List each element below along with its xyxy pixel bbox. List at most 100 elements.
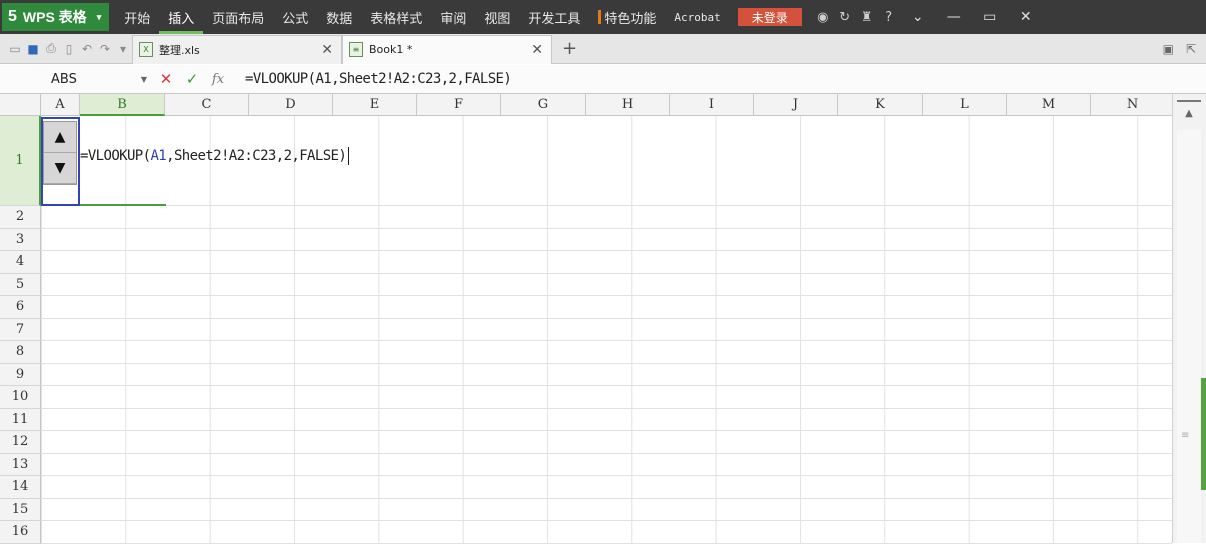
restore-button[interactable]: ▭ xyxy=(972,9,1008,25)
tab-label: Book1 * xyxy=(369,43,413,56)
row-gridline xyxy=(41,205,1172,206)
menu-table-style[interactable]: 表格样式 xyxy=(361,0,431,34)
redo-icon[interactable]: ↷ xyxy=(97,42,113,56)
menu-review[interactable]: 审阅 xyxy=(431,0,475,34)
enter-formula-button[interactable]: ✓ xyxy=(179,70,205,88)
wps-logo-icon: 5 xyxy=(8,8,17,25)
row-gridline xyxy=(41,520,1172,521)
sync-icon[interactable]: ↻ xyxy=(834,10,856,25)
sheet-file-icon: ≡ xyxy=(349,42,363,57)
cell-editor[interactable]: =VLOOKUP(A1,Sheet2!A2:C23,2,FALSE) xyxy=(80,147,350,165)
scroll-track[interactable] xyxy=(1177,130,1201,543)
column-header-b[interactable]: B xyxy=(80,94,165,116)
tabbar-right-icons: ▣ ⇱ xyxy=(1163,42,1196,56)
cell-area[interactable] xyxy=(41,116,1172,543)
close-tab-icon[interactable]: ✕ xyxy=(321,42,333,58)
save-icon[interactable]: ■ xyxy=(25,42,41,56)
row-header-3[interactable]: 3 xyxy=(0,228,41,251)
column-header-h[interactable]: H xyxy=(586,94,670,116)
row-header-1[interactable]: 1 xyxy=(0,116,41,206)
tab-label: 整理.xls xyxy=(159,43,200,57)
menu-page-layout[interactable]: 页面布局 xyxy=(203,0,273,34)
select-all-corner[interactable] xyxy=(0,94,41,116)
print-icon[interactable]: ⎙ xyxy=(43,41,59,56)
column-header-c[interactable]: C xyxy=(165,94,249,116)
vertical-scrollbar[interactable]: ▲ ≡ xyxy=(1172,94,1206,543)
scroll-up-icon[interactable]: ▲ xyxy=(1177,100,1201,124)
tab-list-icon[interactable]: ⇱ xyxy=(1186,42,1196,56)
text-caret xyxy=(348,147,350,165)
column-header-f[interactable]: F xyxy=(417,94,501,116)
menu-home[interactable]: 开始 xyxy=(115,0,159,34)
menu-insert[interactable]: 插入 xyxy=(159,0,204,34)
tab-zhengli-xls[interactable]: X 整理.xls ✕ xyxy=(132,34,342,64)
close-tab-icon[interactable]: ✕ xyxy=(531,42,543,58)
scroll-grip-icon: ≡ xyxy=(1181,430,1190,441)
row-header-14[interactable]: 14 xyxy=(0,476,41,499)
print-preview-icon[interactable]: ▯ xyxy=(61,42,77,56)
column-header-m[interactable]: M xyxy=(1007,94,1091,116)
shirt-icon[interactable]: ♜ xyxy=(856,10,878,25)
column-header-a[interactable]: A xyxy=(41,94,80,116)
column-header-j[interactable]: J xyxy=(754,94,838,116)
undo-icon[interactable]: ↶ xyxy=(79,42,95,56)
spin-control[interactable]: ▲ ▼ xyxy=(43,121,77,185)
column-header-g[interactable]: G xyxy=(501,94,586,116)
column-header-d[interactable]: D xyxy=(249,94,333,116)
menu-developer[interactable]: 开发工具 xyxy=(519,0,589,34)
row-header-16[interactable]: 16 xyxy=(0,521,41,544)
row-gridline xyxy=(41,362,1172,364)
spin-up-button[interactable]: ▲ xyxy=(44,122,76,153)
login-button[interactable]: 未登录 xyxy=(737,8,802,26)
row-header-5[interactable]: 5 xyxy=(0,273,41,296)
row-gridline xyxy=(41,452,1172,454)
row-header-12[interactable]: 12 xyxy=(0,431,41,454)
app-menu-button[interactable]: 5 WPS 表格 ▾ xyxy=(2,3,110,31)
menu-formulas[interactable]: 公式 xyxy=(273,0,317,34)
menu-acrobat[interactable]: Acrobat xyxy=(665,0,729,34)
window-mode-icon[interactable]: ▣ xyxy=(1163,42,1174,56)
row-gridline xyxy=(41,385,1172,386)
formula-input[interactable]: =VLOOKUP(A1,Sheet2!A2:C23,2,FALSE) xyxy=(245,71,512,87)
collapse-ribbon-button[interactable]: ⌄ xyxy=(900,9,936,25)
spin-down-button[interactable]: ▼ xyxy=(44,153,76,184)
row-header-2[interactable]: 2 xyxy=(0,206,41,229)
column-header-l[interactable]: L xyxy=(923,94,1007,116)
row-gridline xyxy=(41,340,1172,341)
app-name: WPS 表格 xyxy=(22,9,87,25)
formula-ref-a1: A1 xyxy=(150,148,167,164)
row-header-11[interactable]: 11 xyxy=(0,408,41,431)
help-icon[interactable]: ? xyxy=(878,10,900,25)
row-header-7[interactable]: 7 xyxy=(0,318,41,341)
row-header-6[interactable]: 6 xyxy=(0,296,41,319)
tab-book1[interactable]: ≡ Book1 * ✕ xyxy=(342,34,552,64)
row-header-10[interactable]: 10 xyxy=(0,386,41,409)
column-header-n[interactable]: N xyxy=(1091,94,1175,116)
close-window-button[interactable]: ✕ xyxy=(1008,9,1044,25)
menu-view[interactable]: 视图 xyxy=(475,0,519,34)
row-header-8[interactable]: 8 xyxy=(0,341,41,364)
quick-access-dropdown-icon[interactable]: ▾ xyxy=(115,42,131,56)
row-header-9[interactable]: 9 xyxy=(0,363,41,386)
scroll-thumb[interactable] xyxy=(1201,378,1206,490)
column-header-i[interactable]: I xyxy=(670,94,754,116)
row-header-4[interactable]: 4 xyxy=(0,251,41,274)
insert-function-button[interactable]: fx xyxy=(205,72,231,87)
skin-icon[interactable]: ◉ xyxy=(812,10,834,25)
chevron-down-icon[interactable]: ▼ xyxy=(141,75,147,84)
column-header-k[interactable]: K xyxy=(838,94,923,116)
menu-special-features[interactable]: 特色功能 xyxy=(589,0,665,34)
menu-data[interactable]: 数据 xyxy=(317,0,361,34)
new-tab-button[interactable]: + xyxy=(562,38,577,59)
name-box[interactable]: ABS ▼ xyxy=(3,68,153,90)
row-header-15[interactable]: 15 xyxy=(0,498,41,521)
formula-suffix: ,Sheet2!A2:C23,2,FALSE) xyxy=(166,148,347,164)
open-folder-icon[interactable]: ▭ xyxy=(7,42,23,56)
minimize-button[interactable]: — xyxy=(936,9,972,25)
cancel-formula-button[interactable]: ✕ xyxy=(153,70,179,88)
spreadsheet-grid[interactable]: ABCDEFGHIJKLMN 1 2 3 4 5 6 7 8 9 10 11 12 13 14 15 16 ▲… xyxy=(0,94,1175,544)
row-header-13[interactable]: 13 xyxy=(0,453,41,476)
row-gridline xyxy=(41,295,1172,296)
column-header-e[interactable]: E xyxy=(333,94,417,116)
name-box-value: ABS xyxy=(51,71,77,87)
